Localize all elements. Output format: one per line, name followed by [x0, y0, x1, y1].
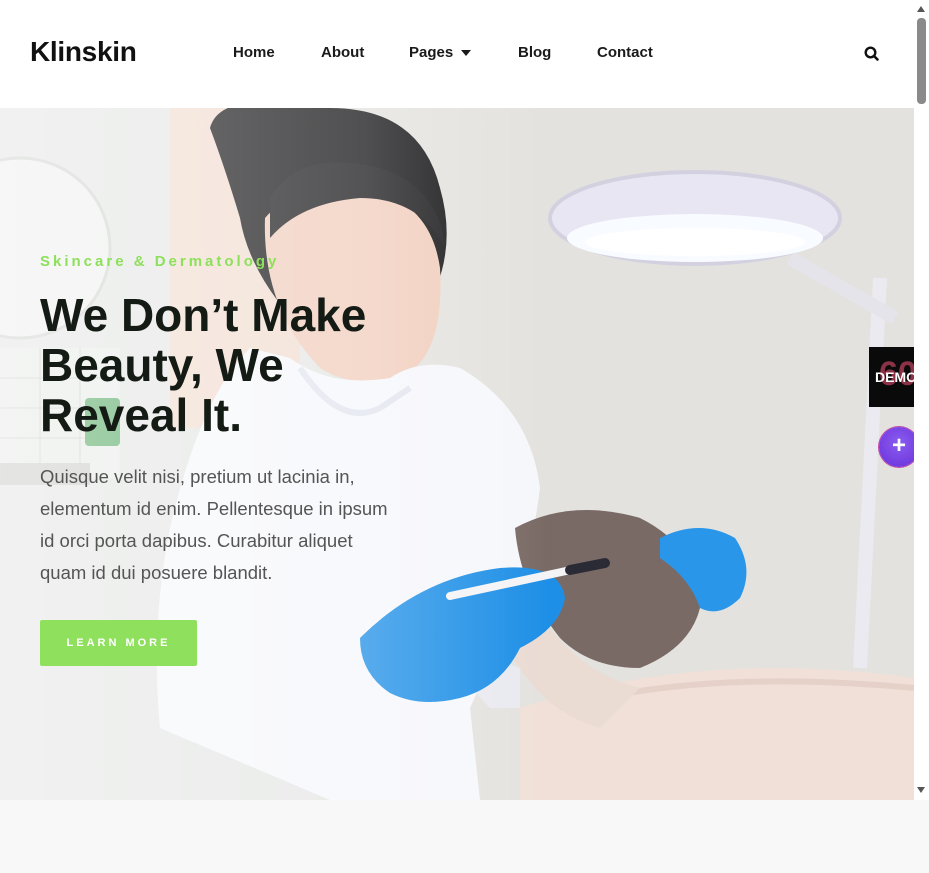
site-logo[interactable]: Klinskin — [30, 36, 137, 68]
next-section — [0, 800, 929, 873]
page-scrollbar[interactable] — [914, 0, 929, 800]
hero-section: Skincare & Dermatology We Don’t Make Bea… — [0, 108, 914, 800]
hero-eyebrow: Skincare & Dermatology — [40, 253, 280, 270]
chevron-down-icon — [461, 50, 472, 57]
hero-overlay — [0, 108, 914, 800]
nav-item-about[interactable]: About — [321, 44, 364, 61]
nav-item-home[interactable]: Home — [233, 44, 275, 61]
search-button[interactable] — [862, 44, 882, 64]
scrollbar-thumb[interactable] — [917, 18, 926, 104]
plus-icon: + — [891, 432, 906, 459]
learn-more-button[interactable]: LEARN MORE — [40, 620, 197, 666]
hero-description: Quisque velit nisi, pretium ut lacinia i… — [40, 466, 388, 583]
nav-item-pages-label: Pages — [409, 44, 454, 61]
nav-item-blog[interactable]: Blog — [518, 44, 551, 61]
search-icon — [864, 46, 879, 61]
scroll-up-arrow-icon[interactable] — [917, 6, 925, 12]
add-button[interactable]: + — [879, 427, 919, 467]
nav-item-pages[interactable]: Pages — [409, 44, 472, 61]
hero-title: We Don’t Make Beauty, We Reveal It. — [40, 289, 367, 441]
nav-item-contact[interactable]: Contact — [597, 44, 653, 61]
site-header: Klinskin Home About Pages Blog Contact — [0, 0, 914, 108]
scroll-down-arrow-icon[interactable] — [917, 787, 925, 793]
